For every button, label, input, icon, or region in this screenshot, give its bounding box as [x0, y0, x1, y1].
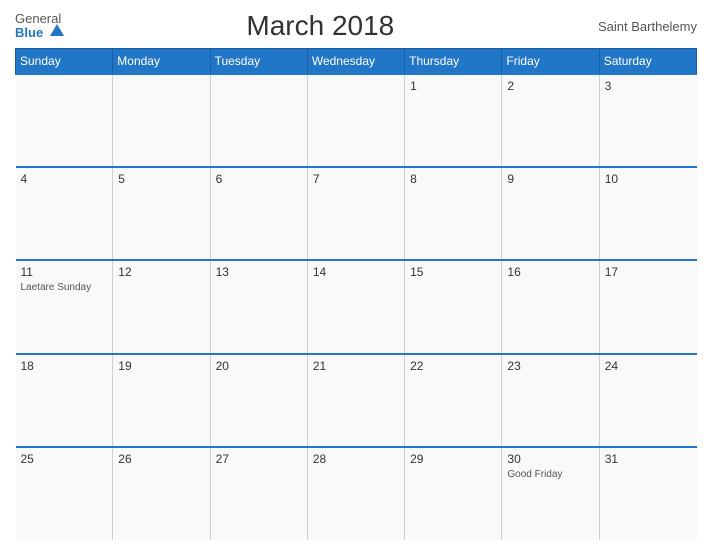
day-number: 26 — [118, 452, 204, 466]
day-number: 22 — [410, 359, 496, 373]
logo: General Blue — [15, 12, 64, 41]
day-number: 5 — [118, 172, 204, 186]
weekday-header-saturday: Saturday — [599, 49, 696, 75]
day-number: 12 — [118, 265, 204, 279]
day-number: 25 — [21, 452, 108, 466]
calendar-cell: 29 — [405, 447, 502, 540]
country-name: Saint Barthelemy — [577, 19, 697, 34]
calendar-cell: 9 — [502, 167, 599, 260]
calendar-cell: 8 — [405, 167, 502, 260]
calendar-cell: 16 — [502, 260, 599, 353]
day-number: 18 — [21, 359, 108, 373]
day-number: 20 — [216, 359, 302, 373]
calendar-cell: 23 — [502, 354, 599, 447]
week-row-4: 18 19 20 21 22 23 24 — [16, 354, 697, 447]
week-row-1: 123 — [16, 74, 697, 167]
calendar-cell: 27 — [210, 447, 307, 540]
calendar-cell — [307, 74, 404, 167]
calendar-table: SundayMondayTuesdayWednesdayThursdayFrid… — [15, 48, 697, 540]
day-number: 4 — [21, 172, 108, 186]
week-row-2: 456789 10 — [16, 167, 697, 260]
weekday-header-monday: Monday — [113, 49, 210, 75]
logo-triangle-icon — [50, 24, 64, 36]
weekday-header-sunday: Sunday — [16, 49, 113, 75]
day-number: 27 — [216, 452, 302, 466]
day-number: 3 — [605, 79, 692, 93]
day-number: 1 — [410, 79, 496, 93]
calendar-cell: 6 — [210, 167, 307, 260]
weekday-header-thursday: Thursday — [405, 49, 502, 75]
calendar-cell: 7 — [307, 167, 404, 260]
day-number: 19 — [118, 359, 204, 373]
day-number: 13 — [216, 265, 302, 279]
calendar-cell — [113, 74, 210, 167]
calendar-cell: 5 — [113, 167, 210, 260]
calendar-cell: 11 Laetare Sunday — [16, 260, 113, 353]
calendar-cell: 31 — [599, 447, 696, 540]
event-text: Laetare Sunday — [21, 281, 108, 294]
calendar-cell: 1 — [405, 74, 502, 167]
calendar-cell: 25 — [16, 447, 113, 540]
logo-blue-text: Blue — [15, 25, 64, 41]
day-number: 15 — [410, 265, 496, 279]
day-number: 17 — [605, 265, 692, 279]
calendar-cell: 4 — [16, 167, 113, 260]
calendar-cell: 19 — [113, 354, 210, 447]
weekday-header-friday: Friday — [502, 49, 599, 75]
week-row-3: 11 Laetare Sunday 12 13 14 15 16 17 — [16, 260, 697, 353]
calendar-cell: 2 — [502, 74, 599, 167]
calendar-cell: 12 — [113, 260, 210, 353]
day-number: 14 — [313, 265, 399, 279]
calendar-cell: 17 — [599, 260, 696, 353]
calendar-cell — [210, 74, 307, 167]
day-number: 16 — [507, 265, 593, 279]
calendar-cell: 21 — [307, 354, 404, 447]
logo-general-text: General — [15, 12, 64, 25]
calendar-cell: 26 — [113, 447, 210, 540]
calendar-header-row: SundayMondayTuesdayWednesdayThursdayFrid… — [16, 49, 697, 75]
week-row-5: 25 26 27 28 29 30 Good Friday 31 — [16, 447, 697, 540]
calendar-cell: 20 — [210, 354, 307, 447]
day-number: 21 — [313, 359, 399, 373]
day-number: 28 — [313, 452, 399, 466]
day-number: 7 — [313, 172, 399, 186]
day-number: 10 — [605, 172, 692, 186]
calendar-cell: 18 — [16, 354, 113, 447]
day-number: 6 — [216, 172, 302, 186]
day-number: 24 — [605, 359, 692, 373]
weekday-header-wednesday: Wednesday — [307, 49, 404, 75]
day-number: 2 — [507, 79, 593, 93]
calendar-cell: 22 — [405, 354, 502, 447]
day-number: 30 — [507, 452, 593, 466]
calendar-cell: 24 — [599, 354, 696, 447]
day-number: 9 — [507, 172, 593, 186]
calendar-cell: 30 Good Friday — [502, 447, 599, 540]
calendar-cell: 28 — [307, 447, 404, 540]
calendar-header: General Blue March 2018 Saint Barthelemy — [15, 10, 697, 42]
day-number: 11 — [21, 265, 108, 279]
day-number: 8 — [410, 172, 496, 186]
day-number: 29 — [410, 452, 496, 466]
weekday-header-tuesday: Tuesday — [210, 49, 307, 75]
event-text: Good Friday — [507, 468, 593, 481]
calendar-cell: 10 — [599, 167, 696, 260]
calendar-cell: 14 — [307, 260, 404, 353]
day-number: 23 — [507, 359, 593, 373]
calendar-cell: 15 — [405, 260, 502, 353]
calendar-cell: 13 — [210, 260, 307, 353]
month-title: March 2018 — [64, 10, 577, 42]
day-number: 31 — [605, 452, 692, 466]
calendar-cell — [16, 74, 113, 167]
calendar-cell: 3 — [599, 74, 696, 167]
